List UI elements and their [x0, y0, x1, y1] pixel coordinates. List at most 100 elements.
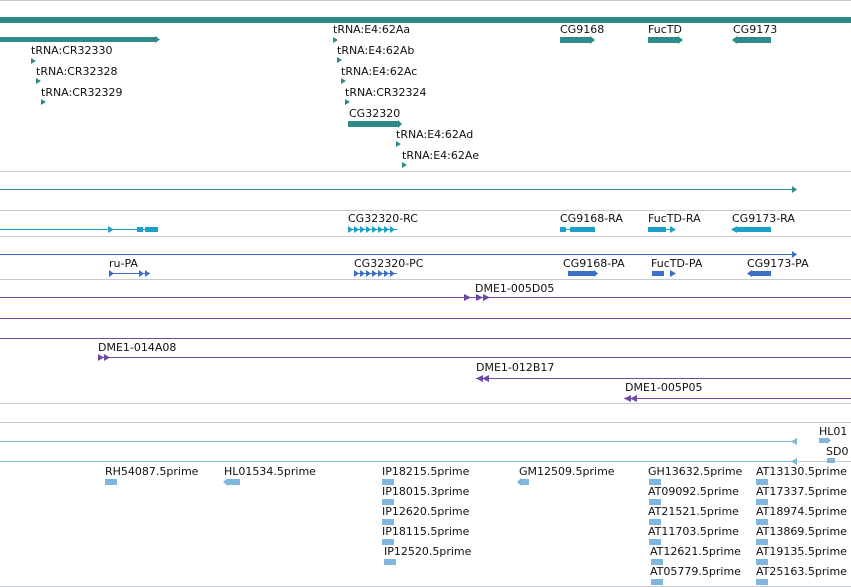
- protein-label[interactable]: ru-PA: [109, 257, 138, 270]
- clone-label[interactable]: DME1-005P05: [625, 381, 703, 394]
- est-label[interactable]: GH13632.5prime: [648, 465, 742, 478]
- protein-label[interactable]: CG32320-PC: [354, 257, 423, 270]
- gene-bar-FucTD[interactable]: [648, 37, 678, 43]
- gene-arrow[interactable]: [36, 78, 41, 84]
- est-arrow: [223, 478, 228, 486]
- exon-arrow: [378, 226, 383, 233]
- est-label[interactable]: AT05779.5prime: [650, 565, 741, 578]
- est-label[interactable]: AT09092.5prime: [648, 485, 739, 498]
- exon[interactable]: [652, 271, 664, 276]
- gene-arrow[interactable]: [337, 57, 342, 63]
- transcript-label[interactable]: CG9168-RA: [560, 212, 623, 225]
- exon[interactable]: [737, 227, 771, 232]
- est-feature[interactable]: [756, 579, 768, 585]
- gene-label[interactable]: tRNA:CR32328: [36, 65, 118, 78]
- gene-label[interactable]: tRNA:CR32329: [41, 86, 123, 99]
- clone-label[interactable]: DME1-005D05: [475, 282, 554, 295]
- gene-label[interactable]: tRNA:CR32330: [31, 44, 113, 57]
- exon-arrow: [747, 270, 752, 277]
- est-feature[interactable]: [819, 438, 827, 443]
- clone-arrow: [630, 395, 637, 402]
- gene-bar-ru[interactable]: [0, 17, 851, 23]
- gene-label[interactable]: FucTD: [648, 23, 682, 36]
- gene-arrow: [398, 120, 402, 128]
- gene-label[interactable]: CG32320: [349, 107, 400, 120]
- est-label[interactable]: AT18974.5prime: [756, 505, 847, 518]
- protein-label[interactable]: CG9168-PA: [563, 257, 625, 270]
- gene-bar-CG32320[interactable]: [348, 121, 398, 127]
- gene-arrow: [678, 36, 683, 44]
- gene-arrow[interactable]: [396, 141, 401, 147]
- est-arrow: [791, 438, 797, 445]
- protein-label[interactable]: CG9173-PA: [747, 257, 809, 270]
- est-feature[interactable]: [228, 479, 240, 485]
- est-label[interactable]: AT12621.5prime: [650, 545, 741, 558]
- exon-arrow: [360, 270, 365, 277]
- track-arrow: [792, 186, 797, 193]
- est-label[interactable]: AT17337.5prime: [756, 485, 847, 498]
- est-label[interactable]: AT13130.5prime: [756, 465, 847, 478]
- est-label[interactable]: AT13869.5prime: [756, 525, 847, 538]
- gene-label[interactable]: CG9168: [560, 23, 604, 36]
- est-label[interactable]: IP12520.5prime: [384, 545, 471, 558]
- est-label[interactable]: HL01: [819, 425, 847, 438]
- transcript-label[interactable]: CG9173-RA: [732, 212, 795, 225]
- est-label[interactable]: IP12620.5prime: [382, 505, 469, 518]
- est-label[interactable]: AT25163.5prime: [756, 565, 847, 578]
- est-label[interactable]: AT19135.5prime: [756, 545, 847, 558]
- gene-arrow[interactable]: [402, 162, 407, 168]
- gene-arrow[interactable]: [41, 99, 46, 105]
- clone-arrow: [464, 294, 471, 301]
- exon-arrow: [139, 270, 144, 277]
- clone-label[interactable]: DME1-012B17: [476, 361, 554, 374]
- est-label[interactable]: AT21521.5prime: [648, 505, 739, 518]
- gene-label[interactable]: CG9173: [733, 23, 777, 36]
- gene-arrow[interactable]: [333, 37, 338, 43]
- gene-arrow[interactable]: [341, 78, 346, 84]
- exon-arrow: [372, 270, 377, 277]
- exon[interactable]: [648, 227, 666, 232]
- gene-label[interactable]: tRNA:E4:62Aa: [333, 23, 410, 36]
- est-label[interactable]: HL01534.5prime: [224, 465, 316, 478]
- est-label[interactable]: GM12509.5prime: [519, 465, 615, 478]
- est-feature[interactable]: [651, 579, 663, 585]
- exon-arrow: [354, 226, 359, 233]
- gene-label[interactable]: tRNA:E4:62Ab: [337, 44, 414, 57]
- gene-label[interactable]: tRNA:E4:62Ac: [341, 65, 417, 78]
- transcript-label[interactable]: FucTD-RA: [648, 212, 701, 225]
- est-label[interactable]: AT11703.5prime: [648, 525, 739, 538]
- est-feature[interactable]: [384, 559, 396, 565]
- clone-label[interactable]: DME1-014A08: [98, 341, 176, 354]
- gene-arrow: [590, 36, 595, 44]
- exon-arrow: [366, 270, 371, 277]
- exon: [137, 227, 143, 232]
- gene-bar-CG9173[interactable]: [737, 37, 771, 43]
- est-feature[interactable]: [827, 458, 835, 463]
- est-label[interactable]: IP18115.5prime: [382, 525, 469, 538]
- exon-arrow: [594, 270, 598, 277]
- est-arrow: [791, 458, 797, 465]
- protein-label[interactable]: FucTD-PA: [651, 257, 702, 270]
- gene-arrow[interactable]: [31, 58, 36, 64]
- gene-arrow: [732, 36, 737, 44]
- gene-label[interactable]: tRNA:CR32324: [345, 86, 427, 99]
- transcript-label[interactable]: CG32320-RC: [348, 212, 418, 225]
- est-label[interactable]: IP18215.5prime: [382, 465, 469, 478]
- exon[interactable]: [752, 271, 771, 276]
- exon-arrow: [731, 226, 737, 233]
- est-label[interactable]: SD0: [826, 445, 848, 458]
- exon-arrow: [360, 226, 365, 233]
- exon-arrow: [108, 226, 114, 233]
- gene-label[interactable]: tRNA:E4:62Ad: [396, 128, 473, 141]
- exon[interactable]: [568, 271, 594, 276]
- gene-bar-CG9168[interactable]: [560, 37, 590, 43]
- gene-bar-tRNA-CR32330[interactable]: [0, 37, 155, 42]
- gene-label[interactable]: tRNA:E4:62Ae: [402, 149, 479, 162]
- est-label[interactable]: RH54087.5prime: [105, 465, 198, 478]
- exon[interactable]: [570, 227, 595, 232]
- exon-arrow: [390, 270, 395, 277]
- est-label[interactable]: IP18015.3prime: [382, 485, 469, 498]
- est-feature[interactable]: [521, 479, 529, 485]
- gene-arrow[interactable]: [345, 99, 350, 105]
- est-feature[interactable]: [105, 479, 117, 485]
